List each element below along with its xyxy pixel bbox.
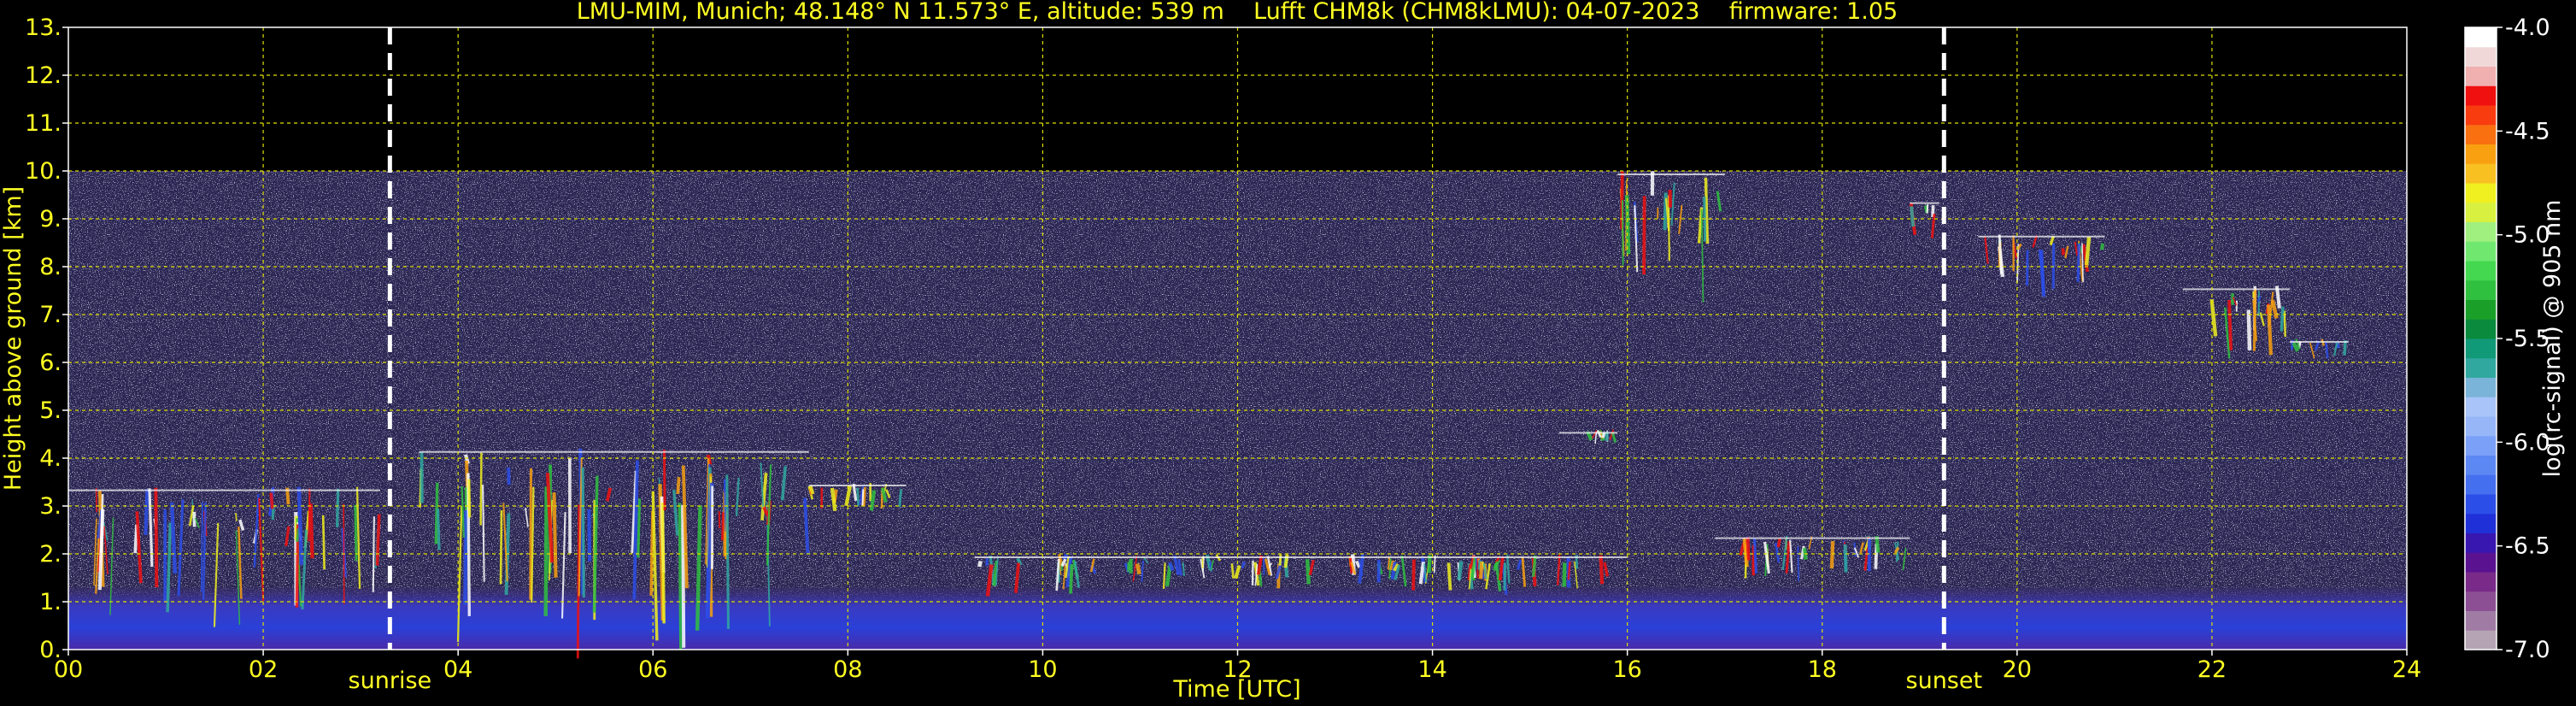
colorbar-segment bbox=[2465, 416, 2497, 437]
x-tick-label: 16 bbox=[1612, 656, 1641, 683]
chart-title: LMU-MIM, Munich; 48.148° N 11.573° E, al… bbox=[577, 0, 1898, 25]
y-tick-label: 10. bbox=[25, 158, 62, 185]
colorbar-segment bbox=[2465, 163, 2497, 184]
colorbar-segment bbox=[2465, 357, 2497, 378]
colorbar-segment bbox=[2465, 144, 2497, 164]
colorbar-segment bbox=[2465, 279, 2497, 300]
y-axis-ticks: 0.1.2.3.4.5.6.7.8.9.10.11.12.13. bbox=[25, 15, 68, 663]
colorbar-tick-label: -6.5 bbox=[2505, 533, 2550, 560]
x-tick-label: 20 bbox=[2003, 656, 2032, 683]
y-tick-label: 3. bbox=[39, 493, 62, 520]
colorbar bbox=[2464, 26, 2497, 650]
colorbar-tick-label: -4.5 bbox=[2505, 118, 2550, 144]
colorbar-segment bbox=[2465, 124, 2497, 144]
y-axis-label: Height above ground [km] bbox=[0, 186, 26, 491]
x-tick-label: 04 bbox=[443, 656, 472, 683]
colorbar-segment bbox=[2465, 46, 2497, 67]
ceilometer-plot: LMU-MIM, Munich; 48.148° N 11.573° E, al… bbox=[0, 0, 2566, 703]
y-tick-label: 11. bbox=[25, 110, 62, 137]
x-tick-label: 08 bbox=[833, 656, 862, 683]
y-tick-label: 12. bbox=[25, 62, 62, 89]
colorbar-tick-label: -7.0 bbox=[2505, 637, 2550, 663]
colorbar-segment bbox=[2465, 377, 2497, 397]
colorbar-segment bbox=[2465, 221, 2497, 242]
x-tick-label: 18 bbox=[1808, 656, 1837, 683]
colorbar-segment bbox=[2465, 397, 2497, 417]
sun-marker-label: sunset bbox=[1906, 668, 1983, 694]
colorbar-segment bbox=[2465, 572, 2497, 592]
x-tick-label: 02 bbox=[249, 656, 278, 683]
colorbar-segment bbox=[2465, 183, 2497, 203]
colorbar-segment bbox=[2465, 105, 2497, 126]
colorbar-segment bbox=[2465, 591, 2497, 611]
colorbar-segment bbox=[2465, 66, 2497, 86]
colorbar-segment bbox=[2465, 513, 2497, 533]
colorbar-label: log(rc-signal) @ 905 nm bbox=[2539, 200, 2566, 478]
y-tick-label: 7. bbox=[39, 302, 62, 328]
y-tick-label: 6. bbox=[39, 350, 62, 376]
x-tick-label: 00 bbox=[54, 656, 83, 683]
y-tick-label: 2. bbox=[39, 541, 62, 568]
x-tick-label: 22 bbox=[2198, 656, 2227, 683]
x-tick-label: 06 bbox=[638, 656, 667, 683]
y-tick-label: 9. bbox=[39, 206, 62, 232]
colorbar-segment bbox=[2465, 241, 2497, 262]
colorbar-segment bbox=[2465, 630, 2497, 650]
plot-area bbox=[67, 26, 2408, 659]
x-tick-label: 10 bbox=[1028, 656, 1057, 683]
y-tick-label: 4. bbox=[39, 445, 62, 472]
colorbar-segment bbox=[2465, 85, 2497, 106]
colorbar-segment bbox=[2465, 610, 2497, 631]
colorbar-segment bbox=[2465, 338, 2497, 359]
colorbar-tick-label: -4.0 bbox=[2505, 15, 2550, 41]
y-tick-label: 1. bbox=[39, 589, 62, 615]
y-tick-label: 5. bbox=[39, 397, 62, 424]
colorbar-segment bbox=[2465, 319, 2497, 339]
colorbar-segment bbox=[2465, 435, 2497, 456]
colorbar-segment bbox=[2465, 261, 2497, 281]
colorbar-segment bbox=[2465, 494, 2497, 515]
colorbar-segment bbox=[2465, 474, 2497, 495]
x-tick-label: 24 bbox=[2392, 656, 2421, 683]
colorbar-segment bbox=[2465, 455, 2497, 475]
colorbar-segment bbox=[2465, 552, 2497, 573]
colorbar-segment bbox=[2465, 532, 2497, 553]
y-tick-label: 8. bbox=[39, 254, 62, 280]
y-tick-label: 13. bbox=[25, 15, 62, 41]
x-tick-label: 14 bbox=[1417, 656, 1446, 683]
colorbar-segment bbox=[2465, 27, 2497, 48]
sun-marker-label: sunrise bbox=[349, 668, 432, 694]
x-axis-label: Time [UTC] bbox=[1172, 676, 1300, 703]
colorbar-segment bbox=[2465, 299, 2497, 320]
colorbar-segment bbox=[2465, 202, 2497, 222]
